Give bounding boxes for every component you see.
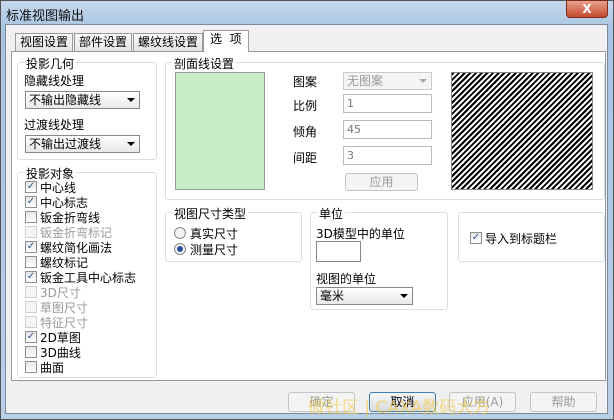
projection-object-checkbox[interactable]: ✓ 中心标志	[25, 195, 88, 210]
scale-input[interactable]: 1	[343, 94, 432, 113]
checkbox-label: 导入到标题栏	[485, 231, 558, 246]
angle-label: 倾角	[293, 125, 318, 139]
checkbox-checked-icon: ✓	[25, 331, 37, 343]
projection-object-checkbox[interactable]: 钣金折弯标记	[25, 225, 112, 240]
spacing-label: 间距	[293, 151, 318, 165]
chevron-down-icon	[127, 98, 135, 102]
cancel-button[interactable]: 取消	[369, 392, 436, 412]
chevron-down-icon	[400, 294, 408, 298]
projection-object-checkbox[interactable]: 曲面	[25, 360, 65, 375]
checkbox-icon	[25, 301, 37, 313]
transition-line-label: 过渡线处理	[24, 118, 85, 132]
radio-real-dimension[interactable]: 真实尺寸	[174, 226, 239, 241]
checkbox-label: 曲面	[40, 360, 65, 375]
chevron-down-icon	[127, 142, 135, 146]
projection-object-checkbox[interactable]: 特征尺寸	[25, 315, 88, 330]
spacing-input[interactable]: 3	[343, 146, 432, 165]
view-unit-value: 毫米	[320, 289, 345, 303]
projection-object-checkbox[interactable]: ✓ 中心线	[25, 180, 76, 195]
scale-label: 比例	[293, 99, 318, 113]
checkbox-icon	[25, 256, 37, 268]
checkbox-icon	[25, 286, 37, 298]
radio-label: 真实尺寸	[190, 226, 239, 241]
tab-view-settings[interactable]: 视图设置	[15, 33, 74, 51]
import-title-block-checkbox[interactable]: ✓ 导入到标题栏	[470, 231, 558, 246]
window-title: 标准视图输出	[6, 9, 85, 24]
hatch-color-preview[interactable]	[175, 72, 265, 190]
chevron-down-icon	[419, 79, 427, 83]
apply-button[interactable]: 应用(A)	[449, 392, 516, 412]
checkbox-icon	[25, 211, 37, 223]
checkbox-checked-icon: ✓	[470, 232, 482, 244]
checkbox-icon	[25, 226, 37, 238]
transition-line-select[interactable]: 不输出过渡线	[25, 135, 140, 153]
angle-input[interactable]: 45	[343, 120, 432, 139]
tab-options[interactable]: 选 项	[203, 30, 249, 52]
projection-object-checkbox[interactable]: ✓ 2D草图	[25, 330, 81, 345]
checkbox-checked-icon: ✓	[25, 271, 37, 283]
close-button[interactable]: X	[566, 0, 608, 18]
hatch-apply-button[interactable]: 应用	[345, 173, 418, 191]
projection-object-checkbox[interactable]: 螺纹标记	[25, 255, 88, 270]
help-button[interactable]: 帮助	[530, 392, 597, 412]
tab-thread-settings[interactable]: 螺纹线设置	[133, 33, 204, 51]
projection-object-checkbox[interactable]: 3D尺寸	[25, 285, 81, 300]
view-unit-select[interactable]: 毫米	[316, 287, 413, 305]
radio-label: 测量尺寸	[190, 242, 239, 257]
projection-object-checkbox[interactable]: 3D曲线	[25, 345, 81, 360]
model-unit-input[interactable]	[316, 241, 361, 262]
model-unit-label: 3D模型中的单位	[316, 227, 405, 241]
radio-icon	[174, 227, 186, 239]
hidden-line-label: 隐藏线处理	[24, 74, 85, 88]
hidden-line-value: 不输出隐藏线	[29, 93, 102, 107]
projection-object-checkbox[interactable]: ✓ 钣金工具中心标志	[25, 270, 136, 285]
radio-measured-dimension[interactable]: 测量尺寸	[174, 242, 239, 257]
transition-line-value: 不输出过渡线	[29, 137, 102, 151]
checkbox-icon	[25, 361, 37, 373]
projection-object-checkbox[interactable]: ✓ 螺纹简化画法	[25, 240, 112, 255]
hidden-line-select[interactable]: 不输出隐藏线	[25, 91, 140, 109]
tab-part-settings[interactable]: 部件设置	[74, 33, 133, 51]
radio-selected-icon	[174, 243, 186, 255]
group-title: 单位	[317, 205, 346, 222]
group-title: 投影几何	[24, 55, 77, 72]
checkbox-icon	[25, 316, 37, 328]
checkbox-checked-icon: ✓	[25, 241, 37, 253]
checkbox-checked-icon: ✓	[25, 181, 37, 193]
view-unit-label: 视图的单位	[316, 272, 377, 286]
checkbox-checked-icon: ✓	[25, 196, 37, 208]
group-title: 剖面线设置	[172, 55, 237, 72]
pattern-value: 无图案	[347, 74, 384, 88]
hatch-pattern-preview	[451, 72, 593, 190]
checkbox-icon	[25, 346, 37, 358]
pattern-select[interactable]: 无图案	[343, 72, 432, 90]
projection-object-checkbox[interactable]: 草图尺寸	[25, 300, 88, 315]
group-title: 视图尺寸类型	[172, 205, 249, 222]
ok-button[interactable]: 确定	[288, 392, 355, 412]
projection-object-checkbox[interactable]: 钣金折弯线	[25, 210, 100, 225]
pattern-label: 图案	[293, 75, 318, 89]
